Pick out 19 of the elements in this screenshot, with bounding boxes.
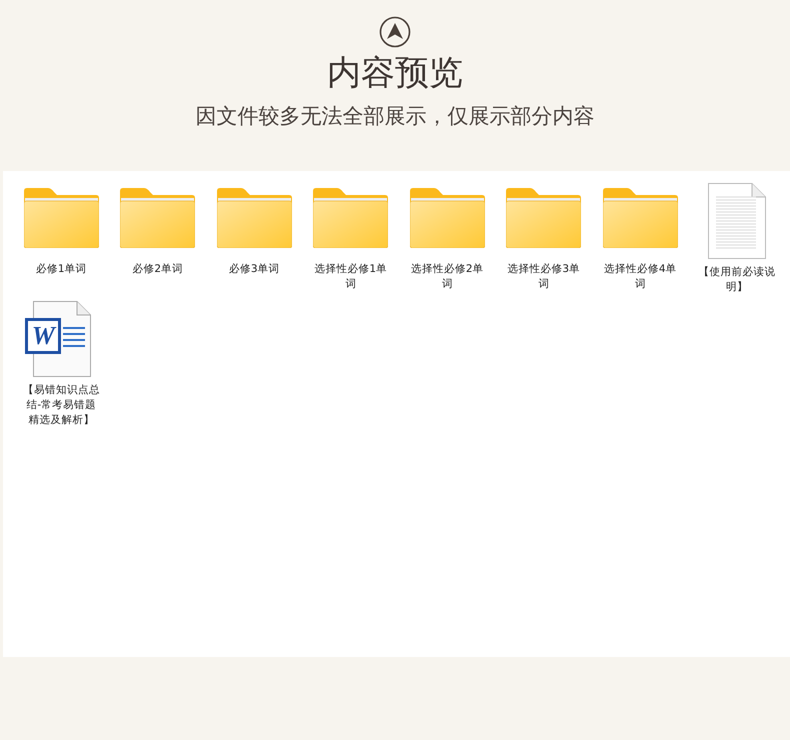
file-name[interactable]: 必修3单词	[214, 262, 294, 277]
folder-icon	[216, 188, 292, 248]
page-subtitle: 因文件较多无法全部展示，仅展示部分内容	[196, 103, 594, 130]
file-name[interactable]: 选择性必修1单词	[310, 262, 391, 292]
file-name[interactable]: 【使用前必读说明】	[696, 265, 777, 295]
folder-icon	[602, 188, 678, 248]
file-name[interactable]: 选择性必修4单词	[600, 262, 680, 292]
file-name[interactable]: 必修2单词	[118, 262, 198, 277]
file-name[interactable]: 【易错知识点总结-常考易错题精选及解析】	[21, 383, 102, 428]
file-name[interactable]: 必修1单词	[21, 262, 102, 277]
folder-icon	[410, 188, 485, 248]
folder-icon	[506, 188, 582, 248]
folder-icon	[24, 188, 99, 248]
file-name[interactable]: 选择性必修3单词	[504, 262, 584, 292]
text-document-icon	[708, 183, 766, 259]
folder-icon	[313, 188, 388, 248]
folder-icon	[120, 188, 196, 248]
file-name[interactable]: 选择性必修2单词	[407, 262, 488, 292]
page-title: 内容预览	[327, 52, 463, 94]
